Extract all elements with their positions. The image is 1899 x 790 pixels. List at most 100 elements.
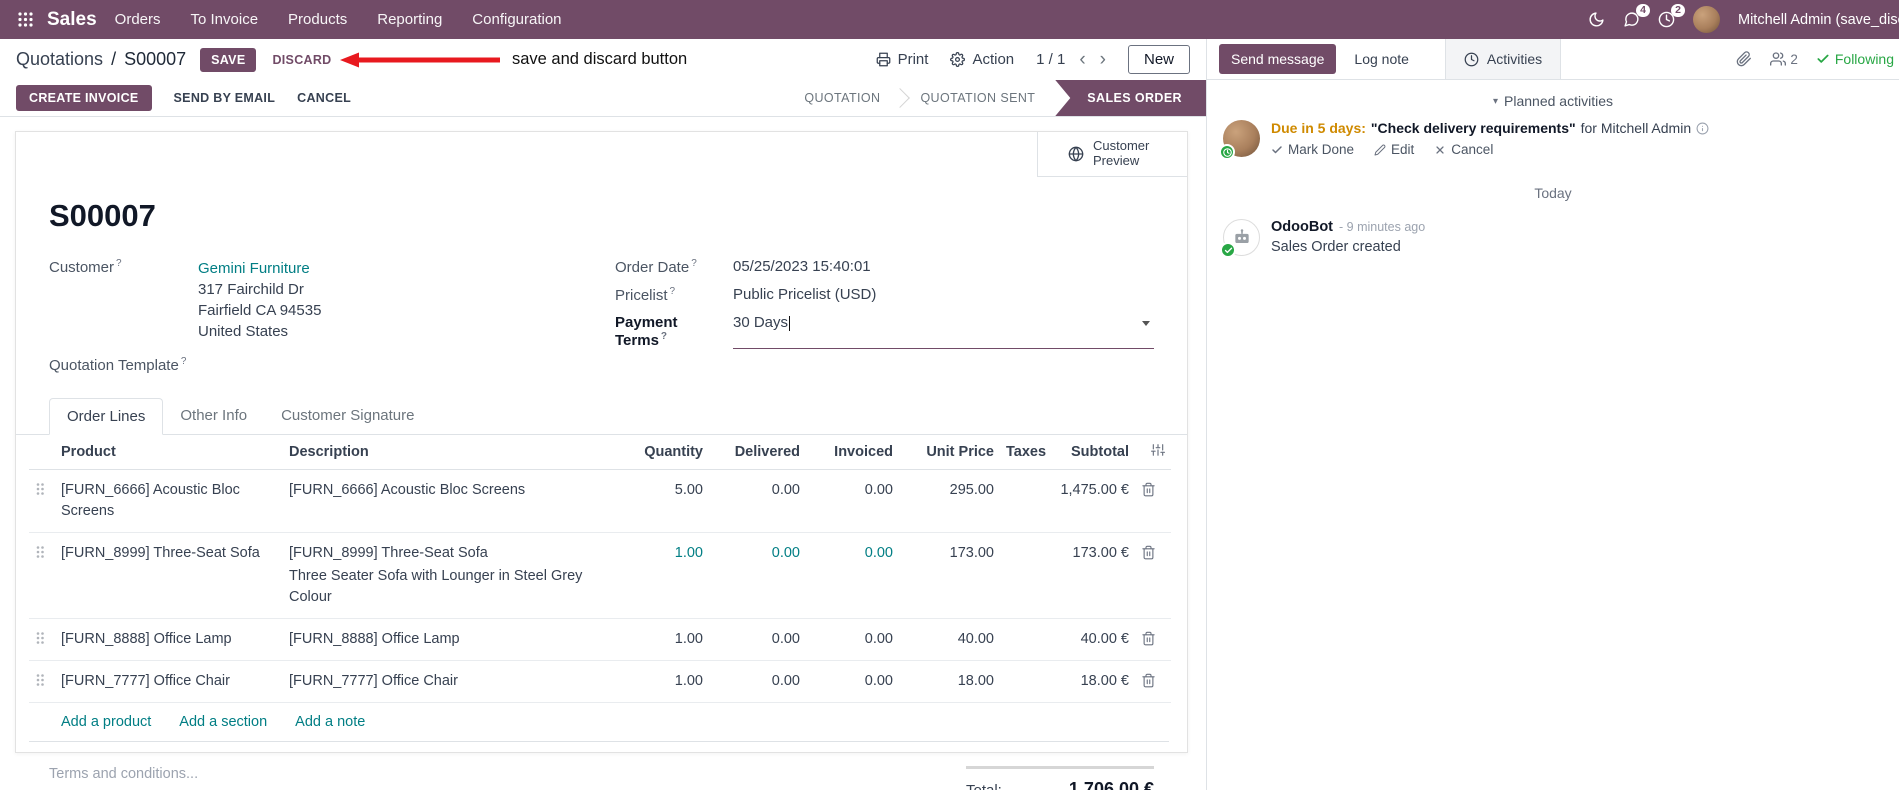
cell-quantity[interactable]: 1.00	[598, 660, 709, 703]
activities-tab[interactable]: Activities	[1444, 39, 1562, 79]
total-block: Total: 1,706.00 €	[966, 766, 1154, 790]
dark-mode-moon-icon[interactable]	[1588, 11, 1605, 28]
dropdown-caret-icon[interactable]	[1142, 321, 1150, 326]
delete-line-icon[interactable]	[1135, 618, 1171, 661]
messages-icon[interactable]: 4	[1623, 4, 1650, 28]
cell-invoiced[interactable]: 0.00	[806, 469, 899, 533]
cell-description[interactable]: [FURN_8999] Three-Seat Sofa Three Seater…	[283, 532, 598, 619]
tab-order-lines[interactable]: Order Lines	[49, 398, 164, 435]
followers-button[interactable]: 2	[1770, 51, 1798, 67]
tab-customer-signature[interactable]: Customer Signature	[264, 398, 431, 434]
drag-handle-icon[interactable]	[29, 469, 55, 533]
send-message-button[interactable]: Send message	[1219, 44, 1337, 74]
col-taxes[interactable]: Taxes	[1000, 435, 1046, 470]
cell-quantity[interactable]: 1.00	[598, 618, 709, 661]
cell-taxes[interactable]	[1000, 618, 1045, 661]
cell-product[interactable]: [FURN_7777] Office Chair	[55, 660, 283, 703]
user-avatar[interactable]	[1693, 6, 1720, 33]
cell-unit-price[interactable]: 295.00	[899, 469, 1000, 533]
save-button[interactable]: SAVE	[200, 47, 257, 72]
quotation-template-field[interactable]: Quotation Template?	[49, 356, 615, 374]
cell-unit-price[interactable]: 18.00	[899, 660, 1000, 703]
cell-taxes[interactable]	[1000, 660, 1045, 703]
drag-handle-icon[interactable]	[29, 618, 55, 661]
cell-product[interactable]: [FURN_6666] Acoustic Bloc Screens	[55, 469, 283, 533]
pricelist-value[interactable]: Public Pricelist (USD)	[733, 286, 876, 304]
drag-handle-icon[interactable]	[29, 532, 55, 619]
cell-quantity[interactable]: 5.00	[598, 469, 709, 533]
cell-delivered[interactable]: 0.00	[709, 532, 806, 619]
create-invoice-button[interactable]: CREATE INVOICE	[16, 85, 152, 111]
app-name[interactable]: Sales	[47, 9, 97, 31]
col-invoiced[interactable]: Invoiced	[806, 435, 899, 470]
log-note-button[interactable]: Log note	[1340, 44, 1423, 74]
state-sales-order[interactable]: SALES ORDER	[1055, 80, 1206, 116]
order-date-value[interactable]: 05/25/2023 15:40:01	[733, 258, 871, 276]
customer-link[interactable]: Gemini Furniture	[198, 260, 310, 277]
state-quotation-sent[interactable]: QUOTATION SENT	[900, 80, 1055, 116]
add-product-link[interactable]: Add a product	[61, 714, 151, 730]
attachments-button[interactable]	[1736, 51, 1752, 67]
cell-product[interactable]: [FURN_8999] Three-Seat Sofa	[55, 532, 283, 619]
add-note-link[interactable]: Add a note	[295, 714, 365, 730]
cancel-button[interactable]: CANCEL	[297, 91, 351, 105]
terms-and-conditions-input[interactable]: Terms and conditions...	[49, 766, 198, 782]
pager-next-icon[interactable]: ›	[1100, 50, 1106, 69]
cell-taxes[interactable]	[1000, 532, 1045, 619]
cell-delivered[interactable]: 0.00	[709, 469, 806, 533]
activities-clock-icon[interactable]: 2	[1658, 4, 1685, 28]
col-subtotal[interactable]: Subtotal	[1045, 435, 1135, 470]
mark-done-button[interactable]: Mark Done	[1271, 142, 1354, 157]
cell-unit-price[interactable]: 173.00	[899, 532, 1000, 619]
menu-configuration[interactable]: Configuration	[472, 11, 561, 28]
planned-activities-header[interactable]: ▾ Planned activities	[1207, 93, 1899, 109]
delete-line-icon[interactable]	[1135, 660, 1171, 703]
cell-unit-price[interactable]: 40.00	[899, 618, 1000, 661]
col-delivered[interactable]: Delivered	[709, 435, 806, 470]
tab-other-info[interactable]: Other Info	[163, 398, 264, 434]
col-unit-price[interactable]: Unit Price	[899, 435, 1000, 470]
cell-description[interactable]: [FURN_6666] Acoustic Bloc Screens	[283, 469, 598, 533]
cell-invoiced[interactable]: 0.00	[806, 532, 899, 619]
menu-products[interactable]: Products	[288, 11, 347, 28]
edit-activity-button[interactable]: Edit	[1374, 142, 1414, 157]
drag-handle-icon[interactable]	[29, 660, 55, 703]
cell-description[interactable]: [FURN_8888] Office Lamp	[283, 618, 598, 661]
pager-previous-icon[interactable]: ‹	[1079, 50, 1085, 69]
payment-terms-input[interactable]: 30 Days	[733, 314, 1154, 349]
col-quantity[interactable]: Quantity	[598, 435, 709, 470]
breadcrumb-quotations[interactable]: Quotations	[16, 49, 103, 70]
activity-due-date: Due in 5 days:	[1271, 120, 1366, 136]
state-quotation[interactable]: QUOTATION	[784, 80, 900, 116]
cell-quantity[interactable]: 1.00	[598, 532, 709, 619]
customer-preview-button[interactable]: Customer Preview	[1037, 132, 1187, 177]
cell-delivered[interactable]: 0.00	[709, 618, 806, 661]
user-menu[interactable]: Mitchell Admin (save_discar	[1738, 12, 1899, 28]
send-by-email-button[interactable]: SEND BY EMAIL	[174, 91, 276, 105]
col-description[interactable]: Description	[283, 435, 598, 470]
add-section-link[interactable]: Add a section	[179, 714, 267, 730]
print-button[interactable]: Print	[876, 51, 928, 68]
new-button[interactable]: New	[1127, 45, 1190, 74]
following-button[interactable]: Following	[1816, 51, 1894, 67]
cancel-activity-button[interactable]: Cancel	[1434, 142, 1493, 157]
optional-columns-button[interactable]	[1135, 435, 1171, 470]
followers-icon	[1770, 52, 1787, 66]
menu-orders[interactable]: Orders	[115, 11, 161, 28]
delete-line-icon[interactable]	[1135, 532, 1171, 619]
discard-button[interactable]: DISCARD	[272, 53, 331, 67]
cell-product[interactable]: [FURN_8888] Office Lamp	[55, 618, 283, 661]
info-icon[interactable]	[1696, 122, 1709, 135]
apps-grid-icon[interactable]	[12, 8, 39, 31]
cell-invoiced[interactable]: 0.00	[806, 618, 899, 661]
menu-to-invoice[interactable]: To Invoice	[191, 11, 259, 28]
cell-invoiced[interactable]: 0.00	[806, 660, 899, 703]
activities-tab-label: Activities	[1486, 51, 1543, 67]
delete-line-icon[interactable]	[1135, 469, 1171, 533]
cell-delivered[interactable]: 0.00	[709, 660, 806, 703]
cell-taxes[interactable]	[1000, 469, 1045, 533]
menu-reporting[interactable]: Reporting	[377, 11, 442, 28]
col-product[interactable]: Product	[55, 435, 283, 470]
action-button[interactable]: Action	[950, 51, 1014, 68]
cell-description[interactable]: [FURN_7777] Office Chair	[283, 660, 598, 703]
